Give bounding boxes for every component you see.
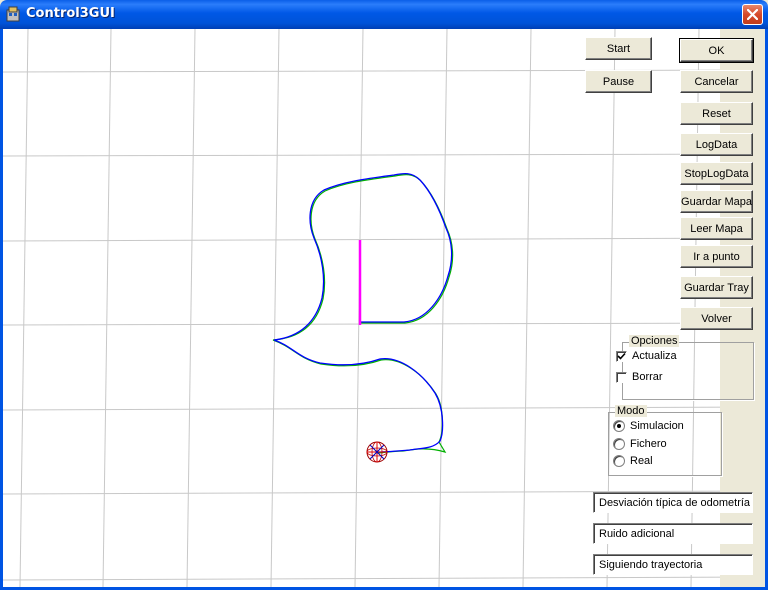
ir-a-punto-button[interactable]: Ir a punto (680, 245, 753, 268)
robot-marker (366, 441, 388, 463)
checkbox-box[interactable] (616, 350, 627, 362)
real-radio[interactable]: Real (613, 455, 653, 467)
checkbox-box[interactable] (616, 371, 627, 383)
volver-button[interactable]: Volver (680, 307, 753, 330)
guardar-mapa-button[interactable]: Guardar Mapa (680, 190, 753, 213)
noise-status-field: Ruido adicional (593, 523, 753, 544)
fichero-label: Fichero (630, 438, 667, 450)
title-bar[interactable]: Control3GUI (0, 0, 768, 29)
app-icon (6, 6, 20, 22)
check-icon (617, 352, 626, 360)
simulacion-radio[interactable]: Simulacion (613, 420, 684, 432)
radio-button[interactable] (613, 420, 625, 432)
actualiza-label: Actualiza (632, 350, 677, 362)
close-icon (747, 9, 758, 20)
robot-trajectory (273, 172, 453, 453)
radio-button[interactable] (613, 438, 625, 450)
opciones-title: Opciones (629, 335, 680, 347)
modo-title: Modo (615, 405, 647, 417)
borrar-checkbox[interactable]: Borrar (616, 371, 663, 383)
logdata-button[interactable]: LogData (680, 133, 753, 156)
ok-button[interactable]: OK (679, 38, 754, 63)
real-label: Real (630, 455, 653, 467)
leer-mapa-button[interactable]: Leer Mapa (680, 217, 753, 240)
start-button[interactable]: Start (585, 37, 652, 60)
stoplogdata-button[interactable]: StopLogData (680, 162, 753, 185)
actualiza-checkbox[interactable]: Actualiza (616, 350, 677, 362)
fichero-radio[interactable]: Fichero (613, 438, 667, 450)
cancelar-button[interactable]: Cancelar (680, 70, 753, 93)
reset-button[interactable]: Reset (680, 102, 753, 125)
state-status-field: Siguiendo trayectoria (593, 554, 753, 575)
guardar-tray-button[interactable]: Guardar Tray (680, 276, 753, 299)
simulacion-label: Simulacion (630, 420, 684, 432)
radio-button[interactable] (613, 455, 625, 467)
close-button[interactable] (742, 4, 763, 25)
pause-button[interactable]: Pause (585, 70, 652, 93)
borrar-label: Borrar (632, 371, 663, 383)
window-title: Control3GUI (26, 6, 115, 21)
odometry-status-field: Desviación típica de odometría (593, 492, 753, 513)
